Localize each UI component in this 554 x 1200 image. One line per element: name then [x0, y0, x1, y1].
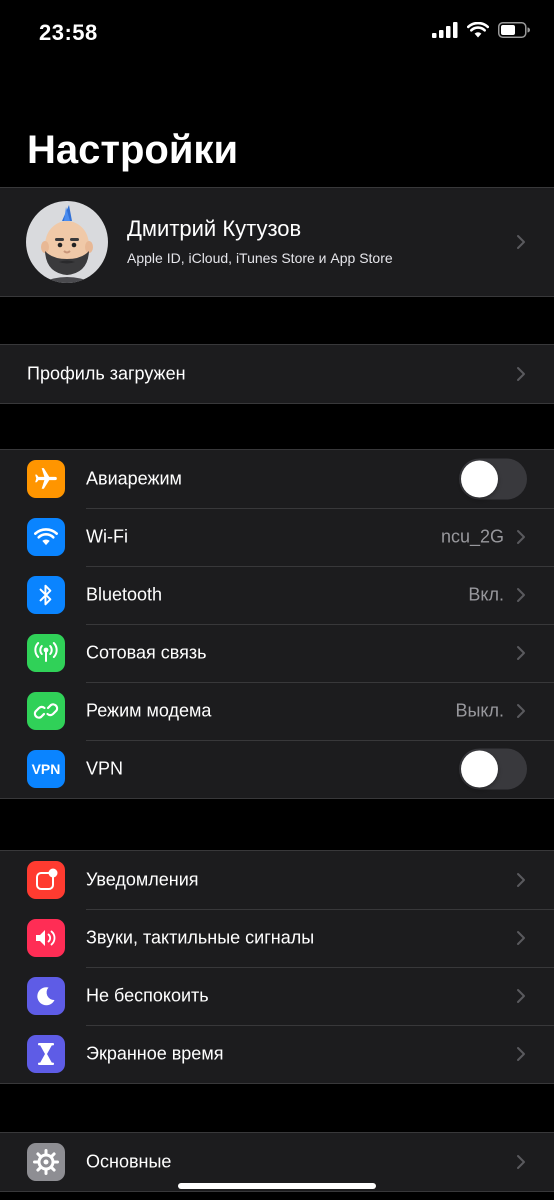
wifi-status-icon: [467, 22, 489, 38]
chevron-right-icon: [517, 931, 525, 945]
wifi-value: ncu_2G: [440, 526, 504, 547]
chevron-right-icon: [517, 235, 525, 249]
status-icons: [432, 22, 530, 38]
signal-icon: [432, 22, 458, 38]
hotspot-value: Выкл.: [455, 700, 504, 721]
screen-time-label: Экранное время: [86, 1043, 224, 1064]
sounds-label: Звуки, тактильные сигналы: [86, 927, 315, 948]
profile-loaded-label: Профиль загружен: [27, 363, 186, 384]
vpn-row[interactable]: VPN VPN: [0, 740, 554, 798]
gear-icon: [27, 1143, 65, 1181]
airplane-icon: [27, 460, 65, 498]
connectivity-group: Авиарежим Wi-Fi ncu_2G Bluetooth Вкл. Со…: [0, 449, 554, 799]
bluetooth-value: Вкл.: [468, 584, 504, 605]
hotspot-icon: [27, 692, 65, 730]
apple-id-group: Дмитрий Кутузов Apple ID, iCloud, iTunes…: [0, 187, 554, 297]
screen-time-row[interactable]: Экранное время: [0, 1025, 554, 1083]
airplane-mode-label: Авиарежим: [86, 468, 182, 489]
wifi-label: Wi-Fi: [86, 526, 128, 547]
apple-id-row[interactable]: Дмитрий Кутузов Apple ID, iCloud, iTunes…: [0, 188, 554, 296]
home-indicator[interactable]: [178, 1183, 376, 1189]
cellular-row[interactable]: Сотовая связь: [0, 624, 554, 682]
avatar: [26, 201, 108, 283]
cellular-label: Сотовая связь: [86, 642, 207, 663]
do-not-disturb-row[interactable]: Не беспокоить: [0, 967, 554, 1025]
hotspot-row[interactable]: Режим модема Выкл.: [0, 682, 554, 740]
do-not-disturb-label: Не беспокоить: [86, 985, 209, 1006]
toggle-knob: [461, 750, 498, 788]
vpn-label: VPN: [86, 758, 124, 779]
notifications-group: Уведомления Звуки, тактильные сигналы Не…: [0, 850, 554, 1084]
vpn-icon: VPN: [27, 750, 65, 788]
sounds-row[interactable]: Звуки, тактильные сигналы: [0, 909, 554, 967]
hourglass-icon: [27, 1035, 65, 1073]
vpn-icon-text: VPN: [31, 761, 61, 777]
toggle-knob: [461, 460, 498, 498]
general-label: Основные: [86, 1151, 172, 1172]
profile-subtitle: Apple ID, iCloud, iTunes Store и App Sto…: [127, 250, 393, 266]
bluetooth-label: Bluetooth: [86, 584, 163, 605]
notifications-icon: [27, 861, 65, 899]
profile-name: Дмитрий Кутузов: [127, 216, 302, 241]
wifi-icon: [27, 518, 65, 556]
chevron-right-icon: [517, 873, 525, 887]
profile-loaded-group: Профиль загружен: [0, 344, 554, 404]
sounds-icon: [27, 919, 65, 957]
notifications-label: Уведомления: [86, 869, 199, 890]
notifications-row[interactable]: Уведомления: [0, 851, 554, 909]
chevron-right-icon: [517, 588, 525, 602]
profile-loaded-row[interactable]: Профиль загружен: [0, 345, 554, 403]
airplane-mode-row[interactable]: Авиарежим: [0, 450, 554, 508]
status-bar: 23:58: [0, 0, 554, 70]
bluetooth-icon: [27, 576, 65, 614]
battery-icon: [498, 22, 530, 38]
hotspot-label: Режим модема: [86, 700, 212, 721]
chevron-right-icon: [517, 1155, 525, 1169]
page-title: Настройки: [27, 128, 239, 172]
cellular-icon: [27, 634, 65, 672]
wifi-row[interactable]: Wi-Fi ncu_2G: [0, 508, 554, 566]
bluetooth-row[interactable]: Bluetooth Вкл.: [0, 566, 554, 624]
airplane-mode-toggle[interactable]: [459, 458, 527, 500]
chevron-right-icon: [517, 530, 525, 544]
moon-icon: [27, 977, 65, 1015]
chevron-right-icon: [517, 646, 525, 660]
chevron-right-icon: [517, 367, 525, 381]
chevron-right-icon: [517, 704, 525, 718]
vpn-toggle[interactable]: [459, 748, 527, 790]
status-time: 23:58: [39, 20, 98, 45]
chevron-right-icon: [517, 989, 525, 1003]
chevron-right-icon: [517, 1047, 525, 1061]
